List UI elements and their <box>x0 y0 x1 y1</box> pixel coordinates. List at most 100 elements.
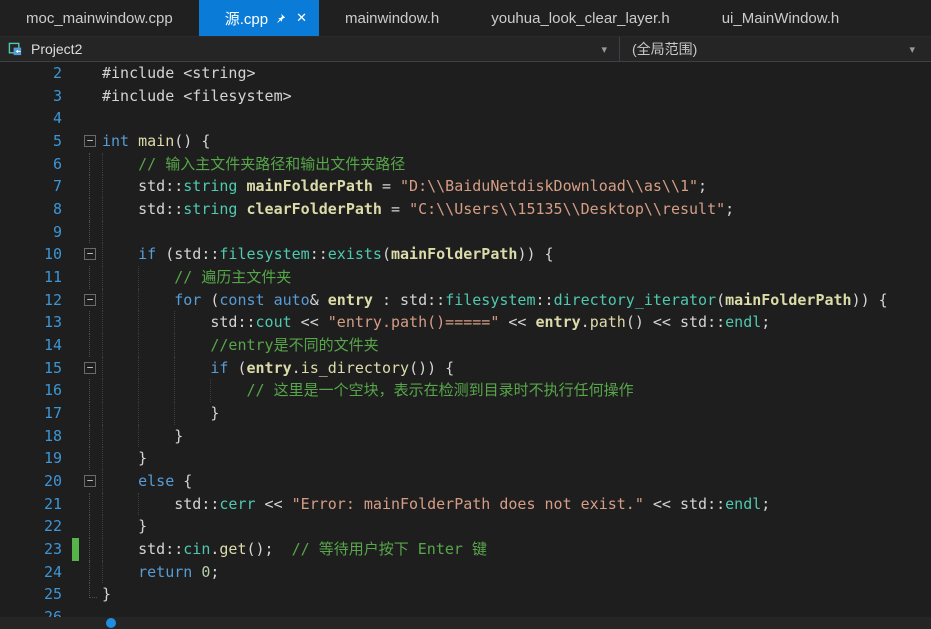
token: directory_iterator <box>554 291 717 309</box>
code-line-6: 6 // 输入主文件夹路径和输出文件夹路径 <box>0 153 931 176</box>
change-indicator <box>72 538 79 561</box>
token: clearFolderPath <box>247 200 382 218</box>
indicator-margin <box>72 266 79 289</box>
token: << std:: <box>644 495 725 513</box>
fold-collapse-icon[interactable]: − <box>84 135 96 147</box>
token: cout <box>256 313 292 331</box>
code-content: std::cout << "entry.path()=====" << entr… <box>102 311 931 334</box>
code-content: } <box>102 515 931 538</box>
indicator-margin <box>72 379 79 402</box>
tab-源.cpp[interactable]: 源.cpp ✕ <box>199 0 319 36</box>
token: string <box>183 177 237 195</box>
tab-moc_mainwindow.cpp[interactable]: moc_mainwindow.cpp <box>0 0 199 36</box>
indicator-margin <box>72 153 79 176</box>
token: ( <box>716 291 725 309</box>
chevron-down-icon[interactable]: ▾ <box>905 43 919 56</box>
project-selector[interactable]: Project2 ▾ <box>0 37 620 61</box>
code-content <box>102 107 931 130</box>
token: std:: <box>210 313 255 331</box>
token: // 遍历主文件夹 <box>174 268 291 286</box>
fold-collapse-icon[interactable]: − <box>84 362 96 374</box>
token: cerr <box>219 495 255 513</box>
outline-guide-end <box>89 583 97 598</box>
code-line-23: 23 std::cin.get(); // 等待用户按下 Enter 键 <box>0 538 931 561</box>
token: (std:: <box>156 245 219 263</box>
outline-margin <box>79 62 102 85</box>
code-content: std::string mainFolderPath = "D:\\BaiduN… <box>102 175 931 198</box>
token: // 输入主文件夹路径和输出文件夹路径 <box>138 155 405 173</box>
indent-space <box>102 245 138 263</box>
outline-guide <box>89 334 90 357</box>
token: "C:\\Users\\15135\\Desktop\\result" <box>409 200 725 218</box>
token: << <box>499 313 535 331</box>
indicator-margin <box>72 198 79 221</box>
indent-guide <box>102 493 103 516</box>
token: endl <box>725 313 761 331</box>
fold-collapse-icon[interactable]: − <box>84 475 96 487</box>
outline-guide <box>89 425 90 448</box>
token: )) { <box>517 245 553 263</box>
code-line-4: 4 <box>0 107 931 130</box>
token: ( <box>228 359 246 377</box>
outline-margin <box>79 402 102 425</box>
token: "D:\\BaiduNetdiskDownload\\as\\1" <box>400 177 698 195</box>
pin-icon[interactable] <box>275 13 286 24</box>
indent-guide <box>102 357 103 380</box>
outline-margin <box>79 561 102 584</box>
indent-guide <box>138 334 139 357</box>
line-number: 14 <box>0 334 72 357</box>
indent-guide <box>102 447 103 470</box>
outline-guide <box>89 175 90 198</box>
token <box>192 563 201 581</box>
indicator-margin <box>72 311 79 334</box>
outline-margin: − <box>79 243 102 266</box>
token: std:: <box>138 177 183 195</box>
indent-space <box>102 313 210 331</box>
code-line-22: 22 } <box>0 515 931 538</box>
fold-collapse-icon[interactable]: − <box>84 248 96 260</box>
scope-selector[interactable]: (全局范围) ▾ <box>620 37 931 61</box>
indicator-margin <box>72 85 79 108</box>
indicator-margin <box>72 107 79 130</box>
token: filesystem <box>219 245 309 263</box>
code-content: #include <string> <box>102 62 931 85</box>
token: entry <box>328 291 373 309</box>
indicator-margin <box>72 493 79 516</box>
code-content: // 输入主文件夹路径和输出文件夹路径 <box>102 153 931 176</box>
code-content: if (entry.is_directory()) { <box>102 357 931 380</box>
chevron-down-icon[interactable]: ▾ <box>597 43 611 56</box>
line-number: 11 <box>0 266 72 289</box>
token: #include <string> <box>102 64 256 82</box>
code-editor[interactable]: 2#include <string>3#include <filesystem>… <box>0 62 931 629</box>
outline-margin <box>79 85 102 108</box>
close-icon[interactable]: ✕ <box>296 10 307 26</box>
token: for <box>174 291 201 309</box>
tab-youhua_look_clear_layer.h[interactable]: youhua_look_clear_layer.h <box>465 0 695 36</box>
outline-margin <box>79 538 102 561</box>
tab-label: 源.cpp <box>225 8 268 29</box>
outline-margin: − <box>79 130 102 153</box>
fold-collapse-icon[interactable]: − <box>84 294 96 306</box>
indicator-margin <box>72 221 79 244</box>
indent-space <box>102 563 138 581</box>
indent-space <box>102 359 210 377</box>
indent-guide <box>210 379 211 402</box>
code-line-14: 14 //entry是不同的文件夹 <box>0 334 931 357</box>
code-content <box>102 221 931 244</box>
token: :: <box>310 245 328 263</box>
token: get <box>219 540 246 558</box>
outline-margin <box>79 198 102 221</box>
token: } <box>138 517 147 535</box>
outline-margin: − <box>79 289 102 312</box>
token: () << std:: <box>626 313 725 331</box>
horizontal-scrollbar[interactable] <box>0 617 931 629</box>
indent-guide <box>102 425 103 448</box>
tab-ui_MainWindow.h[interactable]: ui_MainWindow.h <box>696 0 866 36</box>
indicator-margin <box>72 402 79 425</box>
token: cin <box>183 540 210 558</box>
outline-guide <box>89 561 90 584</box>
outline-guide <box>89 402 90 425</box>
outline-margin <box>79 583 102 606</box>
indicator-margin <box>72 425 79 448</box>
tab-mainwindow.h[interactable]: mainwindow.h <box>319 0 465 36</box>
